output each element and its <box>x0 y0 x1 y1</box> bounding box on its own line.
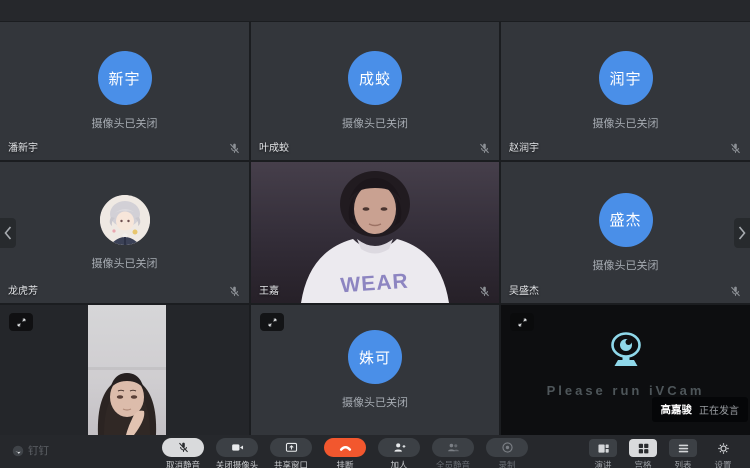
toolbar-button-mute-all[interactable]: 全员静音 <box>430 435 476 468</box>
avatar: 姝可 <box>348 330 402 384</box>
mic-muted-icon <box>177 441 190 454</box>
grid-view-icon <box>637 442 650 455</box>
hang-up-icon <box>339 441 352 454</box>
participant-name: 潘新宇 <box>8 139 38 154</box>
participant-video <box>88 305 166 435</box>
next-page-arrow[interactable] <box>734 218 750 248</box>
muted-mic-icon <box>729 142 742 155</box>
camera-off-label: 摄像头已关闭 <box>593 257 659 273</box>
brand-label: 钉钉 <box>28 443 49 458</box>
participant-tile[interactable]: WEAR 王嘉 <box>251 162 499 303</box>
toolbar-label: 全员静音 <box>436 459 470 468</box>
view-label: 列表 <box>674 459 691 468</box>
participant-name: 赵润宇 <box>509 139 539 154</box>
toolbar-button-camera-off[interactable]: 关闭摄像头 <box>214 435 260 468</box>
toolbar-button-add-person[interactable]: 加人 <box>376 435 422 468</box>
view-label: 演讲 <box>594 459 611 468</box>
add-person-icon <box>393 441 406 454</box>
view-list-button[interactable]: 列表 <box>666 435 700 468</box>
speaker-status: 正在发言 <box>699 402 739 417</box>
chevron-right-icon <box>738 226 746 240</box>
brand: 钉钉 <box>12 443 49 458</box>
svg-text:WEAR: WEAR <box>340 270 410 298</box>
camera-off-label: 摄像头已关闭 <box>92 255 158 271</box>
toolbar-button-unmute[interactable]: 取消静音 <box>160 435 206 468</box>
speaker-name: 高嘉骏 <box>661 402 693 417</box>
toolbar-label: 录制 <box>498 459 515 468</box>
ivcam-message: Please run iVCam <box>547 383 705 398</box>
participant-tile[interactable] <box>0 305 249 435</box>
expand-tile-button[interactable] <box>510 313 534 331</box>
participant-tile[interactable]: 姝可 摄像头已关闭 <box>251 305 499 435</box>
meeting-toolbar: 钉钉 取消静音 关闭摄像头 共享窗口 挂断 加人 <box>0 435 750 468</box>
expand-icon <box>517 317 528 328</box>
toolbar-label: 共享窗口 <box>274 459 308 468</box>
record-icon <box>501 441 514 454</box>
expand-tile-button[interactable] <box>9 313 33 331</box>
expand-icon <box>16 317 27 328</box>
muted-mic-icon <box>478 142 491 155</box>
participant-name: 龙虎芳 <box>8 282 38 297</box>
view-label: 设置 <box>714 459 731 468</box>
participant-tile[interactable]: 盛杰 摄像头已关闭 吴盛杰 <box>501 162 750 303</box>
muted-mic-icon <box>729 285 742 298</box>
avatar: 盛杰 <box>599 193 653 247</box>
participant-name: 吴盛杰 <box>509 282 539 297</box>
previous-page-arrow[interactable] <box>0 218 16 248</box>
participant-tile[interactable]: 成蛟 摄像头已关闭 叶成蛟 <box>251 22 499 160</box>
window-top-strip <box>0 0 750 22</box>
avatar: 成蛟 <box>348 51 402 105</box>
webcam-icon <box>602 329 650 371</box>
view-grid-button[interactable]: 宫格 <box>626 435 660 468</box>
toolbar-label: 加人 <box>390 459 407 468</box>
toolbar-button-record[interactable]: 录制 <box>484 435 530 468</box>
muted-mic-icon <box>478 285 491 298</box>
toolbar-label: 取消静音 <box>166 459 200 468</box>
mute-all-icon <box>447 441 460 454</box>
expand-tile-button[interactable] <box>260 313 284 331</box>
speaker-view-icon <box>597 442 610 455</box>
view-label: 宫格 <box>634 459 651 468</box>
camera-off-label: 摄像头已关闭 <box>342 394 408 410</box>
participant-name: 叶成蛟 <box>259 139 289 154</box>
muted-mic-icon <box>228 142 241 155</box>
participant-tile[interactable]: 润宇 摄像头已关闭 赵润宇 <box>501 22 750 160</box>
participant-tile[interactable]: Please run iVCam 高嘉骏 正在发言 <box>501 305 750 435</box>
toolbar-label: 挂断 <box>336 459 353 468</box>
list-view-icon <box>677 442 690 455</box>
camera-icon <box>231 441 244 454</box>
participant-grid: 新宇 摄像头已关闭 潘新宇 成蛟 摄像头已关闭 叶成蛟 润宇 摄像头已关闭 赵润… <box>0 22 750 435</box>
speaking-toast: 高嘉骏 正在发言 <box>652 397 749 422</box>
participant-tile[interactable]: 新宇 摄像头已关闭 潘新宇 <box>0 22 249 160</box>
camera-off-label: 摄像头已关闭 <box>342 115 408 131</box>
profile-picture <box>100 195 150 245</box>
toolbar-button-share-screen[interactable]: 共享窗口 <box>268 435 314 468</box>
participant-tile[interactable]: 摄像头已关闭 龙虎芳 <box>0 162 249 303</box>
avatar: 新宇 <box>98 51 152 105</box>
participant-video: WEAR <box>251 162 499 303</box>
settings-button[interactable]: 设置 <box>706 435 740 468</box>
expand-icon <box>267 317 278 328</box>
view-speaker-button[interactable]: 演讲 <box>586 435 620 468</box>
camera-off-label: 摄像头已关闭 <box>593 115 659 131</box>
participant-name: 王嘉 <box>259 282 279 297</box>
avatar: 润宇 <box>599 51 653 105</box>
camera-off-label: 摄像头已关闭 <box>92 115 158 131</box>
dingtalk-logo-icon <box>12 445 24 457</box>
gear-icon <box>717 442 730 455</box>
meeting-window: 新宇 摄像头已关闭 潘新宇 成蛟 摄像头已关闭 叶成蛟 润宇 摄像头已关闭 赵润… <box>0 0 750 468</box>
toolbar-button-hang-up[interactable]: 挂断 <box>322 435 368 468</box>
muted-mic-icon <box>228 285 241 298</box>
share-screen-icon <box>285 441 298 454</box>
chevron-left-icon <box>4 226 12 240</box>
toolbar-label: 关闭摄像头 <box>216 459 259 468</box>
